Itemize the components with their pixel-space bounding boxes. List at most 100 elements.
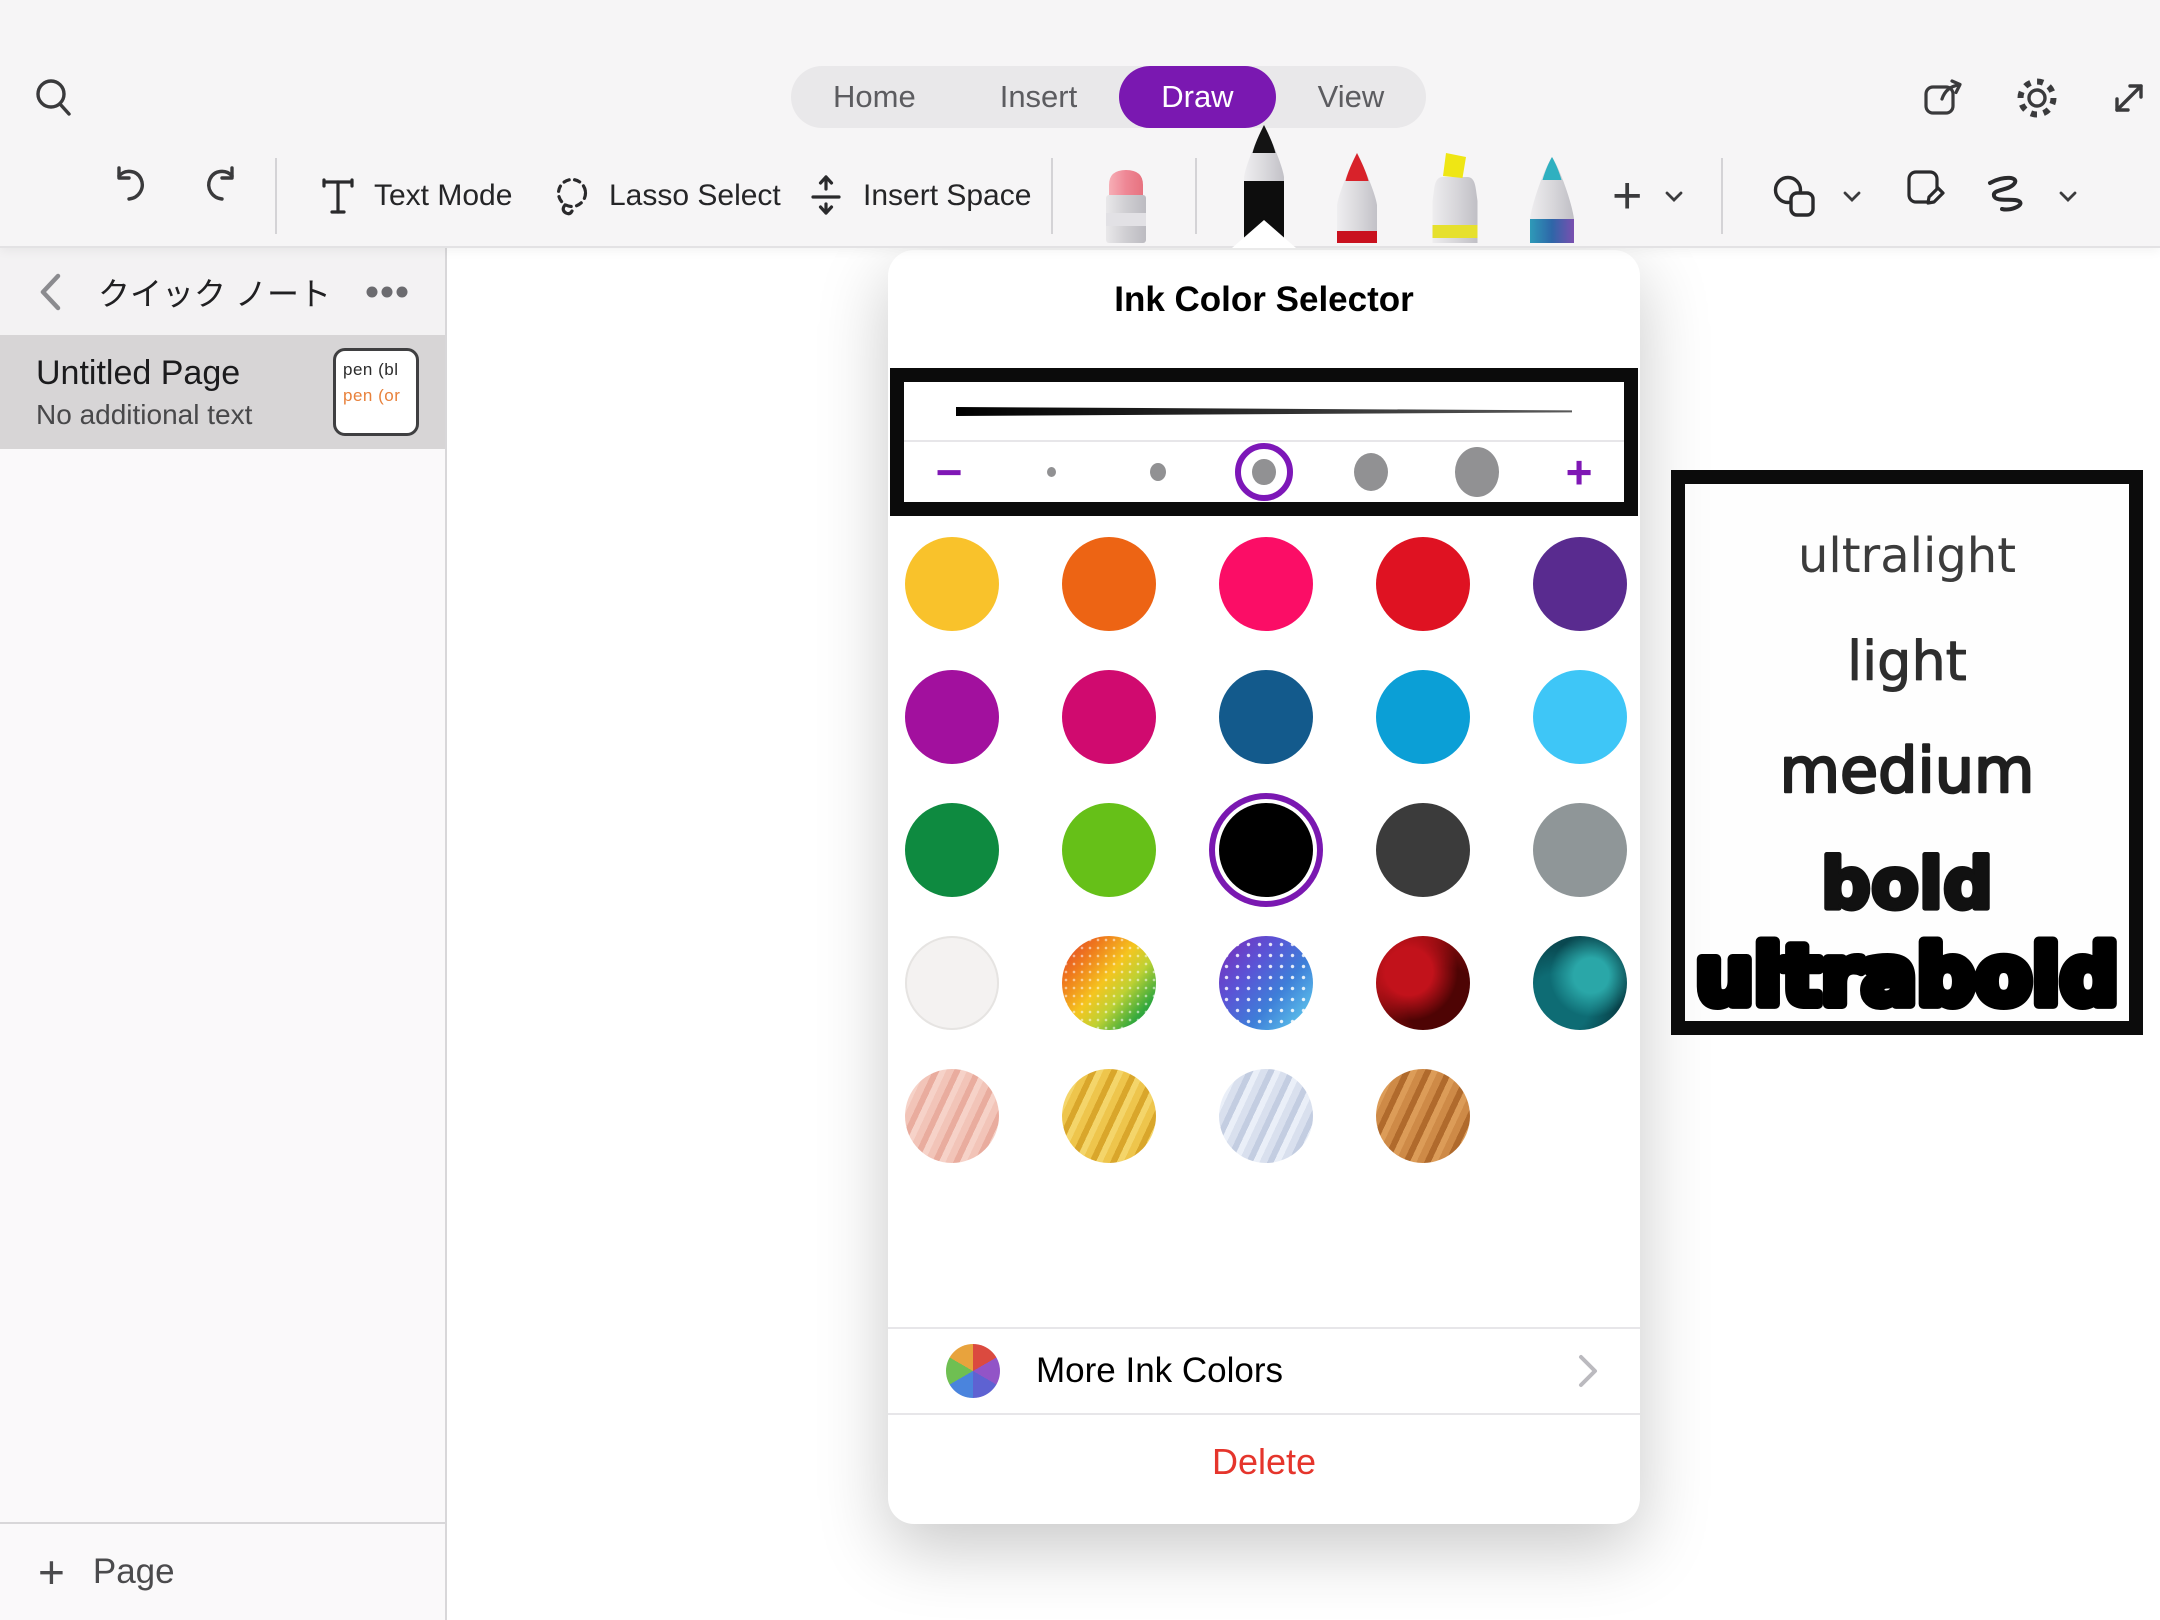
color-swatch-lime-green[interactable] xyxy=(1062,803,1156,897)
thickness-annotation-box: − + xyxy=(890,368,1638,516)
toolbar-divider xyxy=(1195,158,1197,234)
color-swatch-silver[interactable] xyxy=(1219,1069,1313,1163)
thumbnail-line: pen (or xyxy=(343,383,412,409)
plus-icon: + xyxy=(1612,170,1642,222)
color-swatch-yellow[interactable] xyxy=(905,537,999,631)
size-dot-1[interactable] xyxy=(1022,443,1080,501)
page-item-texts: Untitled Page No additional text xyxy=(36,350,333,434)
color-swatch-orange[interactable] xyxy=(1062,537,1156,631)
color-swatch-dark-gray[interactable] xyxy=(1376,803,1470,897)
notebook-title: クイック ノート xyxy=(70,269,359,315)
ink-effects-button[interactable] xyxy=(1980,158,2080,234)
color-swatch-black[interactable] xyxy=(1219,803,1313,897)
size-options xyxy=(994,443,1534,501)
color-swatch-rainbow-glitter[interactable] xyxy=(1062,936,1156,1030)
ink-to-shape-button[interactable] xyxy=(1898,160,1954,216)
tool-highlighter-yellow[interactable] xyxy=(1423,147,1487,246)
popover-arrow xyxy=(1232,220,1296,248)
color-swatch-navy-blue[interactable] xyxy=(1219,670,1313,764)
handwriting-word-ultrabold: ultrabold xyxy=(1695,929,2118,1021)
tool-eraser[interactable] xyxy=(1094,161,1158,246)
color-swatch-hot-pink[interactable] xyxy=(1219,537,1313,631)
toolbar-divider xyxy=(275,158,277,234)
tab-draw[interactable]: Draw xyxy=(1119,66,1275,128)
handwriting-word-ultralight: ultralight xyxy=(1798,528,2016,584)
lasso-select-label: Lasso Select xyxy=(609,179,781,213)
color-swatch-red[interactable] xyxy=(1376,537,1470,631)
toolbar-divider xyxy=(1721,158,1723,234)
color-swatch-magenta-purple[interactable] xyxy=(905,670,999,764)
settings-button[interactable] xyxy=(2010,72,2064,124)
top-toolbar: HomeInsertDrawView xyxy=(0,0,2160,248)
color-swatch-red-marble[interactable] xyxy=(1376,936,1470,1030)
lasso-select-button[interactable]: Lasso Select xyxy=(549,158,781,234)
size-dot-5[interactable] xyxy=(1448,443,1506,501)
tool-pen-red[interactable] xyxy=(1325,151,1389,246)
tool-pencil-teal[interactable] xyxy=(1520,153,1584,246)
ink-color-selector-popover: Ink Color Selector − + More Ink Colors xyxy=(888,250,1640,1524)
thumbnail-line: pen (bl xyxy=(343,357,412,383)
more-ink-colors-button[interactable]: More Ink Colors xyxy=(888,1327,1640,1413)
toolbar-divider xyxy=(1051,158,1053,234)
chevron-down-icon xyxy=(1840,184,1864,208)
tab-home[interactable]: Home xyxy=(791,66,958,128)
chevron-down-icon xyxy=(1662,184,1686,208)
size-dot-4[interactable] xyxy=(1342,443,1400,501)
share-button[interactable] xyxy=(1916,72,1970,124)
dot xyxy=(1047,467,1056,477)
tab-view[interactable]: View xyxy=(1276,66,1427,128)
search-button[interactable] xyxy=(28,72,80,124)
color-swatch-dark-pink[interactable] xyxy=(1062,670,1156,764)
color-swatch-galaxy[interactable] xyxy=(1219,936,1313,1030)
dot xyxy=(1354,453,1388,491)
size-dot-2[interactable] xyxy=(1129,443,1187,501)
handwriting-word-bold: bold xyxy=(1821,843,1993,925)
insert-space-button[interactable]: Insert Space xyxy=(803,158,1031,234)
ink-to-shape-icon xyxy=(1901,163,1951,213)
search-icon xyxy=(31,75,77,121)
undo-button[interactable] xyxy=(103,160,155,212)
increase-size-button[interactable]: + xyxy=(1534,448,1624,496)
tab-insert[interactable]: Insert xyxy=(958,66,1120,128)
plus-icon: + xyxy=(38,1549,65,1595)
page-list-item[interactable]: Untitled Page No additional text pen (bl… xyxy=(0,335,445,449)
size-row: − + xyxy=(904,442,1624,502)
color-swatch-rose-gold[interactable] xyxy=(905,1069,999,1163)
color-swatch-teal-marble[interactable] xyxy=(1533,936,1627,1030)
add-pen-button[interactable]: + xyxy=(1612,158,1686,234)
color-swatch-green[interactable] xyxy=(905,803,999,897)
back-button[interactable] xyxy=(30,268,70,316)
chevron-right-icon xyxy=(1576,1352,1600,1390)
color-swatch-white[interactable] xyxy=(905,936,999,1030)
decrease-size-button[interactable]: − xyxy=(904,448,994,496)
section-more-button[interactable] xyxy=(359,268,415,316)
color-swatch-blue[interactable] xyxy=(1376,670,1470,764)
ellipsis-icon xyxy=(365,285,409,299)
text-mode-button[interactable]: Text Mode xyxy=(316,158,512,234)
page-item-title: Untitled Page xyxy=(36,350,333,396)
fullscreen-button[interactable] xyxy=(2102,72,2156,124)
color-swatch-gray[interactable] xyxy=(1533,803,1627,897)
more-ink-colors-label: More Ink Colors xyxy=(1036,1351,1576,1391)
redo-icon xyxy=(198,162,246,210)
insert-space-label: Insert Space xyxy=(863,179,1031,213)
chevron-left-icon xyxy=(35,270,65,314)
color-swatch-gold[interactable] xyxy=(1062,1069,1156,1163)
gear-icon xyxy=(2012,73,2062,123)
delete-pen-button[interactable]: Delete xyxy=(888,1413,1640,1509)
size-dot-3[interactable] xyxy=(1235,443,1293,501)
add-page-button[interactable]: + Page xyxy=(0,1522,445,1620)
color-swatch-bronze[interactable] xyxy=(1376,1069,1470,1163)
color-wheel-icon xyxy=(946,1344,1000,1398)
sample-annotation-box: ultralightlightmediumboldultrabold xyxy=(1671,470,2143,1035)
chevron-down-icon xyxy=(2056,184,2080,208)
dot xyxy=(1150,463,1166,481)
sidebar-header: クイック ノート xyxy=(0,248,445,335)
shapes-button[interactable] xyxy=(1768,158,1864,234)
color-swatch-purple[interactable] xyxy=(1533,537,1627,631)
insert-space-icon xyxy=(803,173,849,219)
color-swatch-grid xyxy=(905,537,1627,1163)
color-swatch-light-blue[interactable] xyxy=(1533,670,1627,764)
redo-button[interactable] xyxy=(196,160,248,212)
lasso-select-icon xyxy=(549,173,595,219)
